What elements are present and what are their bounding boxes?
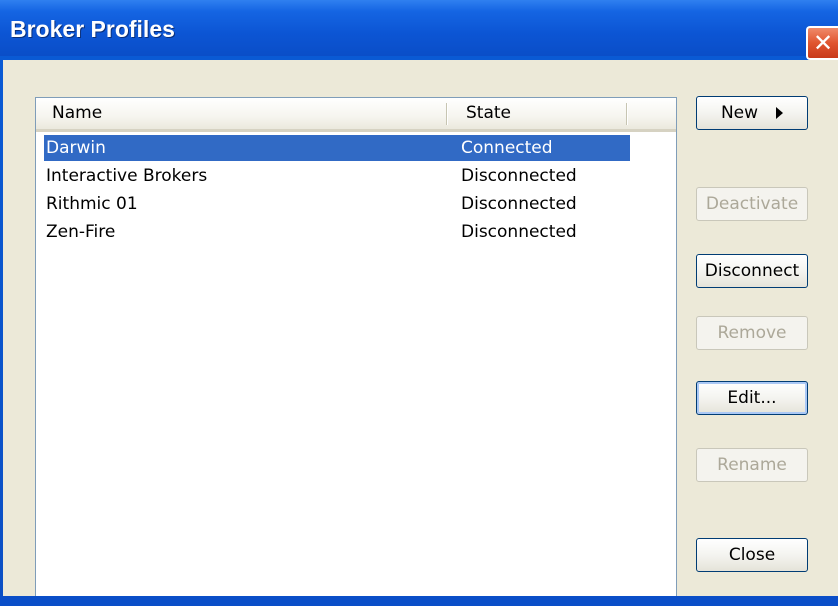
deactivate-button-label: Deactivate [705,194,799,214]
close-button-label: Close [728,545,776,565]
profile-state: Disconnected [461,194,577,214]
list-header: Name State [36,98,676,132]
profile-name: Darwin [46,138,106,158]
window-title: Broker Profiles [10,16,175,42]
remove-button-label: Remove [717,323,787,343]
close-button[interactable]: Close [696,538,808,572]
column-separator[interactable] [626,103,628,125]
list-item-interactive-brokers[interactable]: Interactive Brokers Disconnected [44,163,630,189]
disconnect-button[interactable]: Disconnect [696,254,808,288]
rename-button-label: Rename [717,455,787,475]
list-item-zen-fire[interactable]: Zen-Fire Disconnected [44,219,630,245]
broker-profile-list[interactable]: Name State Darwin Connected Interactive … [35,97,677,605]
profile-name: Interactive Brokers [46,166,208,186]
submenu-arrow-icon [776,107,784,119]
profile-name: Zen-Fire [46,222,116,242]
profile-state: Connected [461,138,553,158]
rename-button[interactable]: Rename [696,448,808,482]
disconnect-button-label: Disconnect [704,261,800,281]
remove-button[interactable]: Remove [696,316,808,350]
profile-name: Rithmic 01 [46,194,138,214]
broker-profiles-dialog: Broker Profiles ✕ Name State Darwin Conn… [0,0,838,606]
edit-button[interactable]: Edit... [696,381,808,415]
deactivate-button[interactable]: Deactivate [696,187,808,221]
dialog-body: Name State Darwin Connected Interactive … [3,60,838,605]
new-button-label: New [720,103,759,123]
edit-button-label: Edit... [727,388,777,408]
column-header-name[interactable]: Name [52,98,102,129]
list-item-darwin[interactable]: Darwin Connected [44,135,630,161]
column-header-state[interactable]: State [466,98,511,129]
profile-state: Disconnected [461,222,577,242]
list-item-rithmic-01[interactable]: Rithmic 01 Disconnected [44,191,630,217]
column-separator[interactable] [446,103,448,125]
title-bar[interactable]: Broker Profiles ✕ [0,0,838,60]
profile-state: Disconnected [461,166,577,186]
close-icon[interactable]: ✕ [806,26,838,60]
new-button[interactable]: New [696,96,808,130]
window-bottom-border [0,596,838,606]
